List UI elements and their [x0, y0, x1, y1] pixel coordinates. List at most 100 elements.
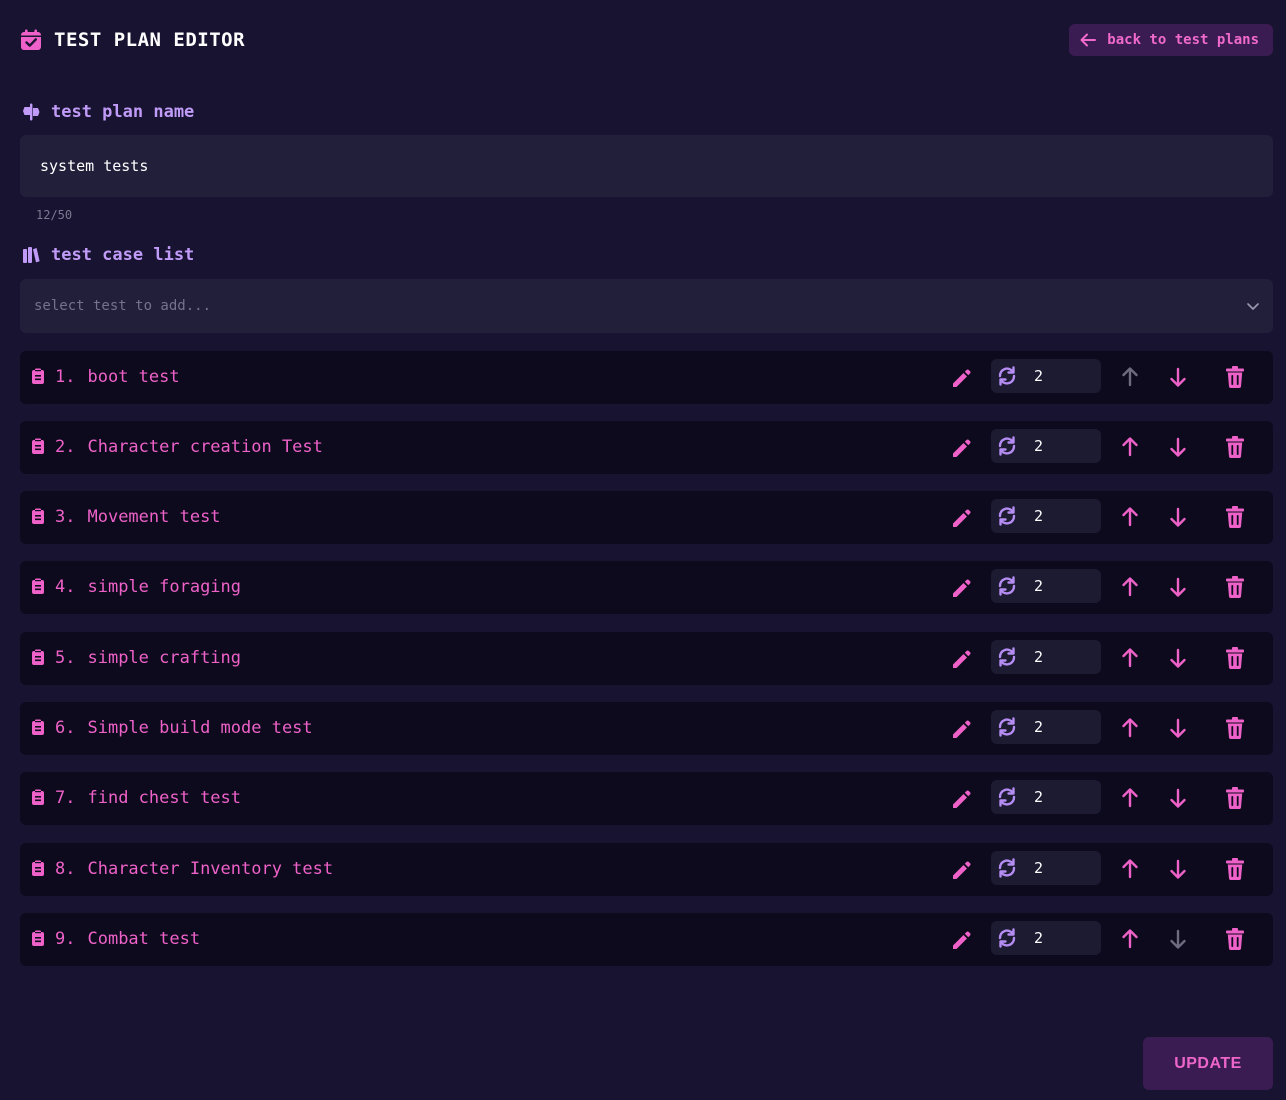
repeat-count-value: 2: [1034, 859, 1044, 877]
test-case-name: 7. find chest test: [55, 772, 241, 825]
arrow-down-icon[interactable]: [1167, 646, 1189, 670]
repeat-count-input[interactable]: 2: [991, 499, 1101, 533]
test-case-list-label-text: test case list: [51, 245, 195, 265]
arrow-down-icon[interactable]: [1167, 575, 1189, 599]
test-case-title: boot test: [87, 367, 180, 387]
test-case-title: simple crafting: [87, 648, 242, 668]
back-to-test-plans-button[interactable]: back to test plans: [1069, 24, 1273, 56]
test-case-number: 1.: [55, 367, 76, 387]
calendar-check-icon: [21, 29, 41, 50]
trash-icon[interactable]: [1224, 575, 1246, 599]
repeat-icon: [998, 717, 1016, 737]
test-case-title: Character Inventory test: [87, 859, 334, 879]
test-case-list-label: test case list: [22, 245, 194, 265]
arrow-down-icon[interactable]: [1167, 435, 1189, 459]
arrow-down-icon[interactable]: [1167, 716, 1189, 740]
arrow-down-icon[interactable]: [1167, 927, 1189, 951]
arrow-up-icon[interactable]: [1119, 505, 1141, 529]
clipboard-icon: [32, 930, 44, 946]
pencil-icon[interactable]: [950, 717, 974, 741]
trash-icon[interactable]: [1224, 716, 1246, 740]
clipboard-icon: [32, 719, 44, 735]
test-case-number: 9.: [55, 929, 76, 949]
arrow-up-icon[interactable]: [1119, 575, 1141, 599]
repeat-count-input[interactable]: 2: [991, 429, 1101, 463]
test-case-name: 4. simple foraging: [55, 561, 241, 614]
pencil-icon[interactable]: [950, 576, 974, 600]
clipboard-icon: [32, 578, 44, 594]
arrow-up-icon[interactable]: [1119, 786, 1141, 810]
arrow-up-icon[interactable]: [1119, 857, 1141, 881]
pencil-icon[interactable]: [950, 928, 974, 952]
pencil-icon[interactable]: [950, 366, 974, 390]
test-case-row: 8. Character Inventory test 2: [20, 843, 1273, 896]
test-case-title: Simple build mode test: [87, 718, 313, 738]
test-plan-name-input[interactable]: system tests: [20, 135, 1273, 197]
repeat-count-value: 2: [1034, 367, 1044, 385]
update-button[interactable]: UPDATE: [1143, 1037, 1273, 1090]
test-case-number: 2.: [55, 437, 76, 457]
pencil-icon[interactable]: [950, 436, 974, 460]
char-counter: 12/50: [36, 208, 73, 222]
test-case-number: 7.: [55, 788, 76, 808]
test-case-row: 9. Combat test 2: [20, 913, 1273, 966]
trash-icon[interactable]: [1224, 857, 1246, 881]
page-title: TEST PLAN EDITOR: [54, 29, 246, 51]
repeat-count-input[interactable]: 2: [991, 359, 1101, 393]
repeat-count-input[interactable]: 2: [991, 569, 1101, 603]
books-icon: [23, 247, 40, 263]
trash-icon[interactable]: [1224, 435, 1246, 459]
clipboard-icon: [32, 789, 44, 805]
test-case-title: Combat test: [87, 929, 201, 949]
test-plan-name-value: system tests: [40, 157, 149, 175]
arrow-up-icon[interactable]: [1119, 365, 1141, 389]
arrow-up-icon[interactable]: [1119, 646, 1141, 670]
title-wrap: TEST PLAN EDITOR: [20, 29, 245, 51]
test-case-number: 8.: [55, 859, 76, 879]
arrow-down-icon[interactable]: [1167, 857, 1189, 881]
repeat-icon: [998, 858, 1016, 878]
test-case-name: 9. Combat test: [55, 913, 200, 966]
pencil-icon[interactable]: [950, 858, 974, 882]
repeat-count-input[interactable]: 2: [991, 640, 1101, 674]
header: TEST PLAN EDITOR back to test plans: [20, 22, 1273, 58]
clipboard-icon: [32, 860, 44, 876]
arrow-down-icon[interactable]: [1167, 786, 1189, 810]
test-select-dropdown[interactable]: select test to add...: [20, 279, 1273, 333]
chevron-down-icon: [1247, 303, 1259, 310]
arrow-down-icon[interactable]: [1167, 365, 1189, 389]
repeat-icon: [998, 928, 1016, 948]
repeat-count-input[interactable]: 2: [991, 710, 1101, 744]
arrow-up-icon[interactable]: [1119, 435, 1141, 459]
test-case-row: 5. simple crafting 2: [20, 632, 1273, 685]
arrow-up-icon[interactable]: [1119, 927, 1141, 951]
trash-icon[interactable]: [1224, 505, 1246, 529]
test-case-row: 7. find chest test 2: [20, 772, 1273, 825]
test-plan-name-label: test plan name: [22, 102, 194, 122]
clipboard-icon: [32, 438, 44, 454]
repeat-count-input[interactable]: 2: [991, 780, 1101, 814]
pencil-icon[interactable]: [950, 787, 974, 811]
trash-icon[interactable]: [1224, 646, 1246, 670]
repeat-icon: [998, 787, 1016, 807]
test-case-number: 6.: [55, 718, 76, 738]
test-case-name: 5. simple crafting: [55, 632, 241, 685]
pencil-icon[interactable]: [950, 506, 974, 530]
arrow-down-icon[interactable]: [1167, 505, 1189, 529]
pencil-icon[interactable]: [950, 647, 974, 671]
arrow-up-icon[interactable]: [1119, 716, 1141, 740]
test-case-name: 6. Simple build mode test: [55, 702, 313, 755]
repeat-icon: [998, 576, 1016, 596]
repeat-count-input[interactable]: 2: [991, 921, 1101, 955]
test-case-row: 2. Character creation Test 2: [20, 421, 1273, 474]
repeat-icon: [998, 506, 1016, 526]
repeat-count-value: 2: [1034, 507, 1044, 525]
test-case-row: 3. Movement test 2: [20, 491, 1273, 544]
trash-icon[interactable]: [1224, 927, 1246, 951]
trash-icon[interactable]: [1224, 365, 1246, 389]
repeat-count-input[interactable]: 2: [991, 851, 1101, 885]
test-case-name: 1. boot test: [55, 351, 180, 404]
clipboard-icon: [32, 368, 44, 384]
test-case-title: find chest test: [87, 788, 242, 808]
trash-icon[interactable]: [1224, 786, 1246, 810]
